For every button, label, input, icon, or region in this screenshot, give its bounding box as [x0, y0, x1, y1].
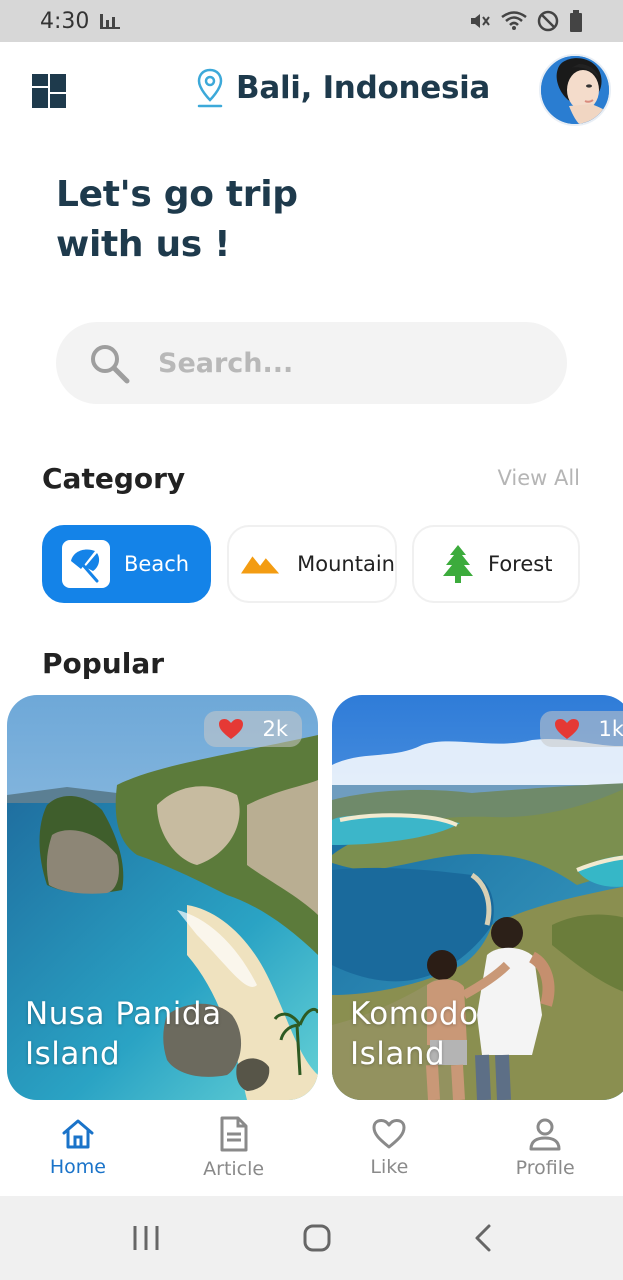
wifi-icon	[501, 11, 527, 30]
category-title: Category	[42, 462, 186, 495]
card-title: Nusa Panida Island	[25, 996, 222, 1072]
search-icon	[91, 345, 130, 384]
signal-bars-icon	[100, 14, 121, 29]
umbrella-icon	[71, 549, 100, 583]
location-selector[interactable]: Bali, Indonesia	[196, 68, 490, 108]
home-icon	[62, 1119, 94, 1149]
avatar[interactable]	[539, 54, 611, 126]
nav-like[interactable]: Like	[312, 1100, 468, 1196]
nav-like-label: Like	[370, 1156, 409, 1178]
nav-profile-label: Profile	[515, 1157, 575, 1179]
mute-icon	[471, 14, 490, 28]
page-headline: Let's go trip with us !	[56, 174, 298, 265]
dashboard-menu-icon[interactable]	[32, 74, 66, 108]
category-chip-forest[interactable]: Forest	[412, 525, 580, 603]
chip-label-forest: Forest	[488, 552, 553, 576]
tree-icon	[443, 545, 473, 583]
nav-article-label: Article	[203, 1158, 265, 1180]
recent-apps-icon[interactable]	[131, 1224, 161, 1252]
heart-icon	[219, 719, 244, 739]
popular-title: Popular	[42, 647, 165, 680]
status-icons	[469, 10, 583, 32]
back-icon[interactable]	[473, 1223, 493, 1253]
document-icon	[220, 1116, 248, 1152]
heart-outline-icon	[372, 1119, 406, 1149]
search-input[interactable]	[158, 347, 518, 379]
nav-profile[interactable]: Profile	[467, 1100, 623, 1196]
nav-article[interactable]: Article	[156, 1100, 312, 1196]
chip-label-mountain: Mountain	[297, 552, 395, 576]
view-all-link[interactable]: View All	[497, 466, 580, 490]
popular-card-komodo[interactable]: 1k Komodo Island	[332, 695, 623, 1100]
category-chip-mountain[interactable]: Mountain	[227, 525, 397, 603]
status-time-group: 4:30	[40, 9, 121, 34]
person-icon	[529, 1118, 561, 1151]
like-badge[interactable]: 1k	[540, 711, 623, 747]
heart-icon	[555, 719, 580, 739]
like-count: 2k	[262, 717, 288, 741]
category-chip-beach[interactable]: Beach	[42, 525, 211, 603]
search-bar[interactable]	[56, 322, 567, 404]
like-badge[interactable]: 2k	[204, 711, 302, 747]
location-label: Bali, Indonesia	[236, 70, 491, 106]
chip-icon-box	[62, 540, 110, 588]
bottom-navigation: Home Article Like Profile	[0, 1100, 623, 1196]
status-bar: 4:30	[0, 0, 623, 42]
battery-icon	[570, 10, 582, 32]
chip-label-beach: Beach	[124, 552, 190, 576]
nav-home-label: Home	[49, 1156, 106, 1178]
mountain-icon	[241, 556, 280, 574]
status-time: 4:30	[40, 8, 90, 34]
location-pin-icon	[197, 68, 223, 108]
like-count: 1k	[598, 717, 623, 741]
card-title: Komodo Island	[350, 996, 479, 1072]
system-navigation-bar	[0, 1196, 623, 1280]
avatar-portrait	[541, 56, 609, 124]
home-button-icon[interactable]	[302, 1223, 332, 1253]
nav-home[interactable]: Home	[0, 1100, 156, 1196]
popular-card-nusa-penida[interactable]: 2k Nusa Panida Island	[7, 695, 318, 1100]
do-not-disturb-icon	[537, 10, 559, 32]
